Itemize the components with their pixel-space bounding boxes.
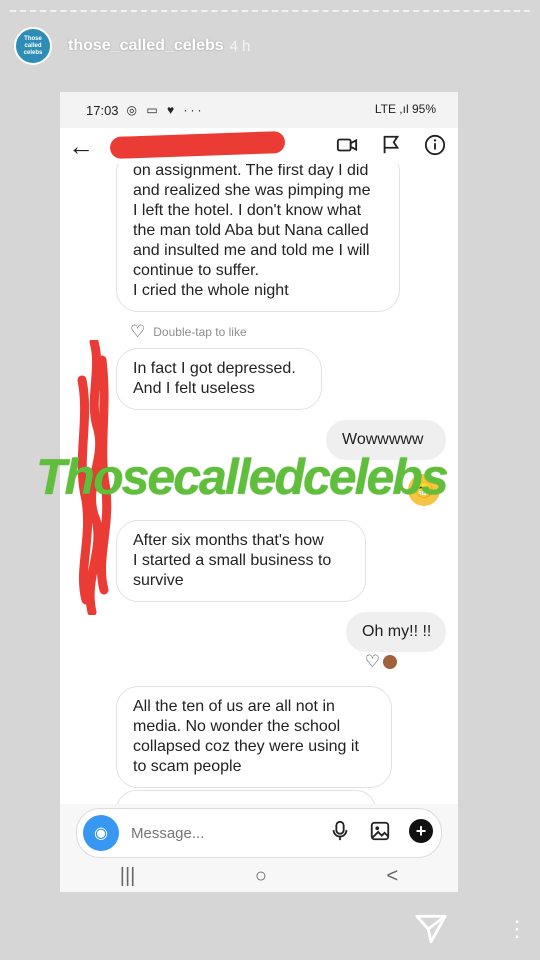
message-line: Oh my!! !! — [362, 623, 432, 640]
camera-icon[interactable]: ◉ — [83, 815, 119, 851]
status-bar: 17:03 ◎ ▭ ♥ ··· LTE ,ıl 95% — [60, 92, 458, 128]
info-icon[interactable] — [424, 134, 446, 156]
android-navigation-bar: ||| ○ < — [60, 860, 458, 892]
message-line: collapsed coz they were using it — [133, 738, 359, 755]
message-input[interactable] — [129, 823, 303, 843]
reactor-avatar — [382, 654, 398, 670]
watermark-text: Thosecalledcelebs — [36, 449, 449, 505]
recents-button[interactable]: ||| — [120, 865, 136, 888]
message-line: the man told Aba but Nana called — [133, 222, 369, 239]
message-line: and realized she was pimping me — [133, 182, 371, 199]
story-progress-bar — [10, 10, 530, 15]
message-line: continue to suffer. — [133, 262, 260, 279]
incoming-message[interactable]: on assignment. The first day I did and r… — [116, 164, 400, 312]
like-hint-text: Double-tap to like — [153, 325, 247, 339]
story-header: Those called celebs those_called_celebs … — [14, 26, 251, 66]
add-content-button[interactable]: + — [409, 819, 433, 843]
message-line: And I felt useless — [133, 380, 255, 397]
message-reaction[interactable]: ♡ — [365, 652, 398, 672]
redacted-username — [109, 130, 286, 160]
status-battery-signal: LTE ,ıl 95% — [374, 102, 436, 116]
message-composer: ◉ + — [76, 808, 442, 858]
message-line: survive — [133, 572, 184, 589]
message-line: Wowwwww — [342, 431, 424, 448]
chat-header: ← — [60, 128, 458, 164]
message-line: and insulted me and told me I will — [133, 242, 370, 259]
back-arrow-icon[interactable]: ← — [68, 131, 98, 162]
story-username[interactable]: those_called_celebs — [68, 37, 224, 55]
status-time: 17:03 — [86, 102, 119, 118]
home-button[interactable]: ○ — [255, 865, 267, 888]
incoming-message[interactable]: After six months that's how I started a … — [116, 520, 366, 602]
message-line: I cried the whole night — [133, 282, 289, 299]
message-line: media. No wonder the school — [133, 718, 341, 735]
message-line: In fact I got depressed. — [133, 360, 296, 377]
message-line: I left the hotel. I don't know what — [133, 202, 362, 219]
heart-icon[interactable]: ♡ — [130, 322, 145, 342]
incoming-message[interactable]: In fact I got depressed. And I felt usel… — [116, 348, 322, 410]
incoming-message[interactable]: All the ten of us are all not in media. … — [116, 686, 392, 788]
gallery-icon[interactable] — [369, 820, 391, 842]
story-avatar[interactable]: Those called celebs — [14, 27, 52, 65]
heart-reaction-icon: ♡ — [364, 652, 380, 671]
message-line: on assignment. The first day I did — [133, 164, 369, 179]
microphone-icon[interactable] — [329, 820, 351, 842]
outgoing-message[interactable]: Oh my!! !! — [346, 612, 446, 652]
status-notification-icons: ◎ ▭ ♥ ··· — [126, 103, 205, 117]
message-line: I started a small business to — [133, 552, 332, 569]
story-time-ago: 4 h — [229, 37, 251, 55]
message-line: All the ten of us are all not in — [133, 698, 335, 715]
message-line: After six months that's how — [133, 532, 324, 549]
send-icon[interactable] — [414, 912, 448, 946]
video-call-icon[interactable] — [336, 134, 358, 156]
message-line: to scam people — [133, 758, 242, 775]
flag-icon[interactable] — [380, 134, 402, 156]
double-tap-like-hint[interactable]: ♡ Double-tap to like — [130, 322, 247, 342]
incoming-message-partial[interactable] — [116, 790, 376, 804]
more-options-icon[interactable]: ⋮ — [506, 916, 528, 942]
back-button[interactable]: < — [387, 865, 399, 888]
